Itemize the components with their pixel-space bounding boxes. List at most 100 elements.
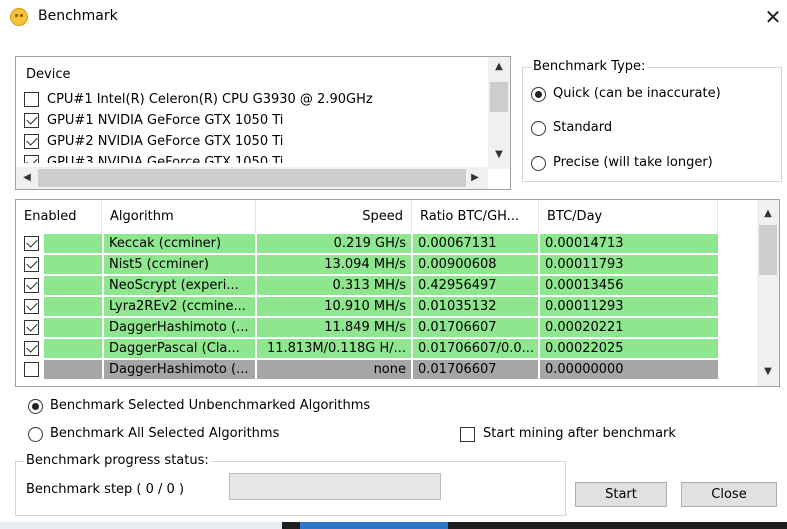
- device-horizontal-scrollbar[interactable]: ◀ ▶: [16, 167, 488, 189]
- enabled-checkbox[interactable]: [24, 278, 39, 293]
- benchmark-progress-bar: [229, 473, 441, 500]
- device-label: GPU#1 NVIDIA GeForce GTX 1050 Ti: [47, 113, 284, 128]
- device-item-gpu1[interactable]: GPU#1 NVIDIA GeForce GTX 1050 Ti: [22, 110, 486, 131]
- enabled-checkbox[interactable]: [24, 341, 39, 356]
- device-checkbox[interactable]: [24, 155, 39, 163]
- column-header-ratio[interactable]: Ratio BTC/GH...: [412, 200, 539, 233]
- radio-button[interactable]: [28, 399, 43, 414]
- title-bar: Benchmark ✕: [0, 0, 787, 34]
- taskbar-segment: [300, 522, 448, 529]
- device-list[interactable]: Device CPU#1 Intel(R) Celeron(R) CPU G39…: [15, 56, 511, 190]
- scroll-up-icon[interactable]: ▲: [488, 61, 510, 72]
- device-item-gpu2[interactable]: GPU#2 NVIDIA GeForce GTX 1050 Ti: [22, 131, 486, 152]
- scroll-up-icon[interactable]: ▲: [757, 208, 779, 219]
- radio-button[interactable]: [531, 121, 546, 136]
- table-row[interactable]: DaggerHashimoto (... none 0.01706607 0.0…: [16, 359, 718, 380]
- row-highlight: [44, 339, 102, 358]
- row-highlight: [44, 276, 102, 295]
- ratio-cell: 0.01706607: [413, 318, 538, 337]
- algorithm-cell: Keccak (ccminer): [104, 234, 255, 253]
- device-vertical-scrollbar[interactable]: ▲ ▼: [488, 57, 510, 169]
- column-header-algorithm[interactable]: Algorithm: [102, 200, 256, 233]
- device-label: GPU#3 NVIDIA GeForce GTX 1050 Ti: [47, 155, 284, 163]
- row-highlight: [44, 318, 102, 337]
- radio-label: Benchmark Selected Unbenchmarked Algorit…: [50, 398, 371, 413]
- device-label: CPU#1 Intel(R) Celeron(R) CPU G3930 @ 2.…: [47, 92, 373, 107]
- ratio-cell: 0.01706607: [413, 360, 538, 379]
- scroll-thumb[interactable]: [490, 82, 508, 112]
- speed-cell: none: [257, 360, 411, 379]
- device-label: GPU#2 NVIDIA GeForce GTX 1050 Ti: [47, 134, 284, 149]
- ratio-cell: 0.01035132: [413, 297, 538, 316]
- radio-button[interactable]: [531, 156, 546, 171]
- device-item-cpu1[interactable]: CPU#1 Intel(R) Celeron(R) CPU G3930 @ 2.…: [22, 89, 486, 110]
- row-highlight: [44, 255, 102, 274]
- ratio-cell: 0.00900608: [413, 255, 538, 274]
- speed-cell: 0.313 MH/s: [257, 276, 411, 295]
- ratio-cell: 0.00067131: [413, 234, 538, 253]
- start-mining-label: Start mining after benchmark: [483, 426, 676, 441]
- ratio-cell: 0.01706607/0.0...: [413, 339, 538, 358]
- table-row[interactable]: DaggerHashimoto (... 11.849 MH/s 0.01706…: [16, 317, 718, 338]
- radio-button[interactable]: [28, 427, 43, 442]
- ratio-cell: 0.42956497: [413, 276, 538, 295]
- row-highlight: [44, 360, 102, 379]
- table-row[interactable]: NeoScrypt (experi... 0.313 MH/s 0.429564…: [16, 275, 718, 296]
- speed-cell: 13.094 MH/s: [257, 255, 411, 274]
- window-close-button[interactable]: ✕: [760, 2, 786, 32]
- enabled-checkbox[interactable]: [24, 362, 39, 377]
- taskbar-segment: [0, 522, 282, 529]
- start-mining-checkbox[interactable]: [460, 427, 475, 442]
- table-row[interactable]: Keccak (ccminer) 0.219 GH/s 0.00067131 0…: [16, 233, 718, 254]
- speed-cell: 11.849 MH/s: [257, 318, 411, 337]
- radio-label: Standard: [553, 120, 613, 135]
- device-checkbox[interactable]: [24, 134, 39, 149]
- start-button[interactable]: Start: [575, 482, 667, 507]
- speed-cell: 0.219 GH/s: [257, 234, 411, 253]
- enabled-checkbox[interactable]: [24, 257, 39, 272]
- table-row[interactable]: Nist5 (ccminer) 13.094 MH/s 0.00900608 0…: [16, 254, 718, 275]
- column-header-btc-day[interactable]: BTC/Day: [539, 200, 718, 233]
- row-highlight: [44, 297, 102, 316]
- device-list-header: Device: [26, 67, 71, 82]
- benchmark-type-group: Benchmark Type: Quick (can be inaccurate…: [522, 59, 782, 182]
- btc-day-cell: 0.00020221: [540, 318, 718, 337]
- window-title: Benchmark: [38, 8, 118, 24]
- algorithm-table[interactable]: Enabled Algorithm Speed Ratio BTC/GH... …: [15, 199, 780, 387]
- scroll-thumb[interactable]: [759, 225, 777, 275]
- algorithm-cell: DaggerPascal (Cla...: [104, 339, 255, 358]
- algorithm-vertical-scrollbar[interactable]: ▲ ▼: [757, 200, 779, 386]
- enabled-checkbox[interactable]: [24, 320, 39, 335]
- taskbar: [0, 522, 787, 529]
- column-header-enabled[interactable]: Enabled: [16, 200, 102, 233]
- device-checkbox[interactable]: [24, 92, 39, 107]
- speed-cell: 11.813M/0.118G H/...: [257, 339, 411, 358]
- radio-label: Benchmark All Selected Algorithms: [50, 426, 280, 441]
- enabled-checkbox[interactable]: [24, 236, 39, 251]
- btc-day-cell: 0.00000000: [540, 360, 718, 379]
- algorithm-cell: NeoScrypt (experi...: [104, 276, 255, 295]
- scroll-left-icon[interactable]: ◀: [20, 172, 34, 183]
- row-highlight: [44, 234, 102, 253]
- column-header-speed[interactable]: Speed: [256, 200, 412, 233]
- speed-cell: 10.910 MH/s: [257, 297, 411, 316]
- scroll-right-icon[interactable]: ▶: [468, 172, 482, 183]
- algorithm-cell: DaggerHashimoto (...: [104, 318, 255, 337]
- close-button[interactable]: Close: [681, 482, 777, 507]
- enabled-checkbox[interactable]: [24, 299, 39, 314]
- scroll-down-icon[interactable]: ▼: [488, 149, 510, 160]
- algorithm-cell: Nist5 (ccminer): [104, 255, 255, 274]
- scroll-down-icon[interactable]: ▼: [757, 366, 779, 377]
- table-row[interactable]: Lyra2REv2 (ccmine... 10.910 MH/s 0.01035…: [16, 296, 718, 317]
- device-item-gpu3[interactable]: GPU#3 NVIDIA GeForce GTX 1050 Ti: [22, 152, 486, 163]
- algorithm-cell: DaggerHashimoto (...: [104, 360, 255, 379]
- benchmark-progress-group: Benchmark progress status: Benchmark ste…: [15, 453, 566, 516]
- device-checkbox[interactable]: [24, 113, 39, 128]
- benchmark-type-legend: Benchmark Type:: [531, 59, 648, 74]
- radio-button[interactable]: [531, 87, 546, 102]
- scroll-thumb[interactable]: [38, 169, 466, 187]
- radio-label: Quick (can be inaccurate): [553, 86, 721, 101]
- table-row[interactable]: DaggerPascal (Cla... 11.813M/0.118G H/..…: [16, 338, 718, 359]
- btc-day-cell: 0.00014713: [540, 234, 718, 253]
- btc-day-cell: 0.00011293: [540, 297, 718, 316]
